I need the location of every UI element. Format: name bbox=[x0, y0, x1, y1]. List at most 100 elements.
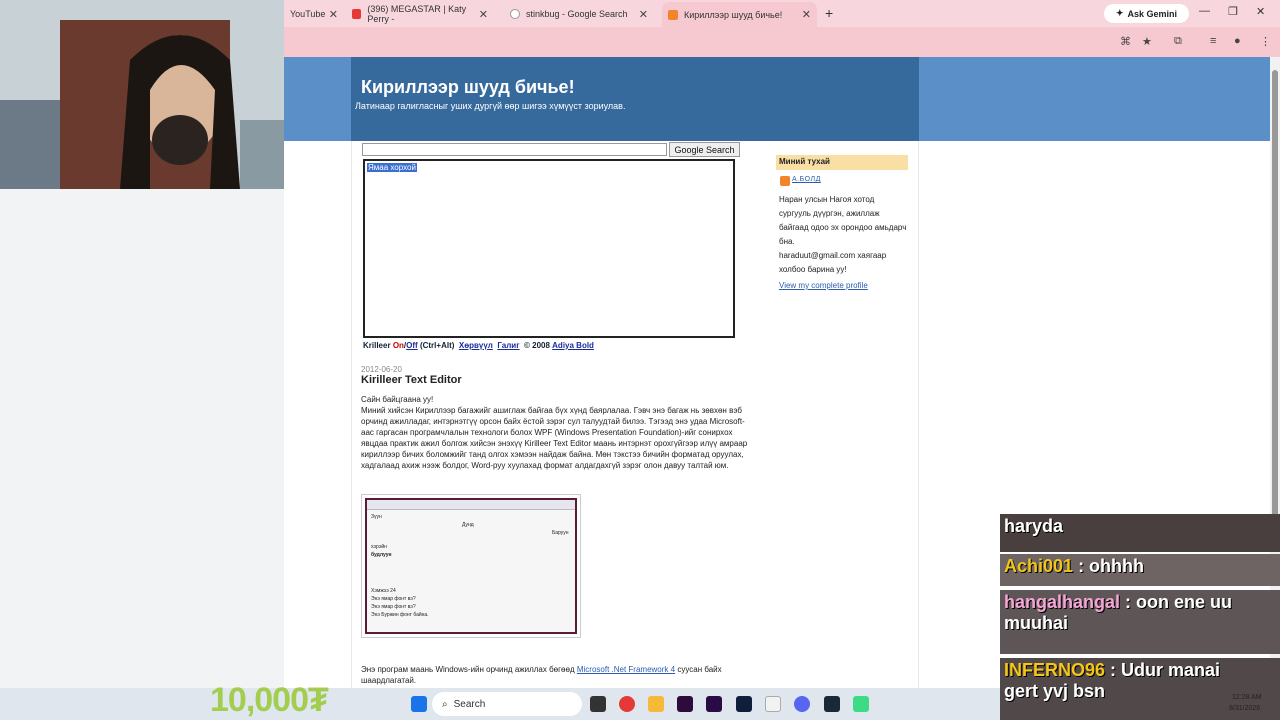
chat-text: : oon ene uu bbox=[1125, 592, 1233, 612]
left-panel bbox=[0, 189, 284, 720]
chat-text: muuhai bbox=[1004, 613, 1069, 633]
tab-label: Кириллээр шууд бичье! bbox=[684, 9, 783, 20]
close-icon[interactable]: ✕ bbox=[802, 8, 811, 21]
ask-gemini-button[interactable]: ✦ Ask Gemini bbox=[1104, 4, 1189, 23]
post-body: Сайн байцгаана уу! Миний хийсэн Кириллээ… bbox=[361, 394, 751, 471]
email-text: haraduut@gmail.com хаягаар холбоо барина… bbox=[779, 251, 887, 274]
stream-chat-overlay: haryda Achi001 : ohhhh hangalhangal : oo… bbox=[1000, 506, 1280, 720]
clock-time[interactable]: 12:28 AM bbox=[1232, 694, 1262, 701]
clock-date[interactable]: 8/31/2026 bbox=[1229, 705, 1260, 712]
chat-message: Achi001 : ohhhh bbox=[1000, 554, 1280, 586]
chrome-icon[interactable] bbox=[619, 696, 635, 712]
view-profile-link[interactable]: View my complete profile bbox=[779, 281, 868, 290]
net-framework-link[interactable]: Microsoft .Net Framework 4 bbox=[577, 665, 675, 674]
close-icon[interactable]: ✕ bbox=[479, 8, 488, 21]
blog-subtitle: Латинаар галигласныг уших дургүй өөр шиг… bbox=[355, 101, 626, 111]
thumb-text: Энэ ямар фонт вэ? bbox=[371, 604, 416, 610]
post-title[interactable]: Kirilleer Text Editor bbox=[361, 374, 462, 386]
toolbar-on[interactable]: On bbox=[393, 341, 404, 350]
profile-icon[interactable]: ● bbox=[1234, 35, 1241, 47]
blogger-profile-icon bbox=[780, 176, 790, 186]
itunes-icon[interactable] bbox=[765, 696, 781, 712]
post-footer: Энэ програм маань Windows-ийн орчинд ажи… bbox=[361, 664, 761, 686]
chat-username: hangalhangal bbox=[1004, 592, 1121, 612]
profile-about: Наран улсын Нагоя хотод сургууль дүүргэн… bbox=[779, 193, 907, 277]
youtube-icon bbox=[352, 9, 362, 19]
window-close-icon[interactable]: ✕ bbox=[1256, 5, 1265, 18]
address-bar[interactable]: ⌘ ★ ⧉ ≡ ● ⋮ bbox=[284, 27, 1280, 57]
kirilleer-editor-textarea[interactable]: Ямаа хорхой bbox=[363, 159, 735, 338]
chat-username: Achi001 bbox=[1004, 556, 1074, 576]
gemini-icon: ✦ bbox=[1115, 8, 1124, 18]
post-greeting: Сайн байцгаана уу! bbox=[361, 395, 434, 404]
tab-label: YouTube bbox=[290, 9, 326, 19]
thumb-text: Хэмжээ 24 bbox=[371, 588, 396, 594]
app-icon[interactable] bbox=[853, 696, 869, 712]
sidebar-about-title: Миний тухай bbox=[776, 155, 908, 170]
toolbar-shortcut: (Ctrl+Alt) bbox=[419, 341, 455, 350]
toolbar-off-link[interactable]: Off bbox=[406, 341, 418, 350]
new-tab-button[interactable]: + bbox=[825, 5, 833, 21]
blogger-icon bbox=[668, 9, 678, 20]
toolbar-name: Krilleer bbox=[363, 341, 391, 350]
tab-label: stinkbug - Google Search bbox=[526, 9, 628, 19]
tab-kirilleer[interactable]: Кириллээр шууд бичье! ✕ bbox=[662, 2, 817, 27]
chat-message: hangalhangal : oon ene uu muuhai bbox=[1000, 590, 1280, 654]
thumb-text: будлуун bbox=[371, 552, 392, 558]
tab-youtube[interactable]: YouTube ✕ bbox=[284, 4, 344, 24]
blog-header: Кириллээр шууд бичье! Латинаар галигласн… bbox=[351, 57, 919, 141]
translate-icon[interactable]: ⌘ bbox=[1120, 35, 1131, 48]
google-search-input[interactable] bbox=[362, 143, 667, 156]
screenshot-toolbar bbox=[367, 500, 575, 510]
webcam-image bbox=[0, 0, 284, 189]
close-icon[interactable]: ✕ bbox=[639, 8, 648, 21]
editor-screenshot-image[interactable]: Зүүн Дунд Баруун хэрэйн будлуун Хэмжээ 2… bbox=[361, 494, 581, 638]
after-effects-icon[interactable] bbox=[706, 696, 722, 712]
tab-google-search[interactable]: stinkbug - Google Search ✕ bbox=[504, 4, 654, 24]
bookmark-star-icon[interactable]: ★ bbox=[1142, 35, 1152, 48]
footer-text: Энэ програм маань Windows-ийн орчинд ажи… bbox=[361, 665, 575, 674]
profile-name-link[interactable]: А.БОЛД bbox=[792, 176, 821, 183]
scrollbar-thumb[interactable] bbox=[1272, 70, 1278, 550]
minimize-icon[interactable]: — bbox=[1199, 5, 1210, 17]
post-paragraph: Миний хийсэн Кириллээр багажийг ашиглаж … bbox=[361, 406, 748, 470]
tab-megastar[interactable]: (396) MEGASTAR | Katy Perry - ✕ bbox=[346, 4, 494, 24]
google-search-button[interactable]: Google Search bbox=[669, 142, 740, 157]
search-icon: ⌕ bbox=[442, 698, 448, 710]
chat-text: : ohhhh bbox=[1078, 556, 1145, 576]
chat-username: INFERNO96 bbox=[1004, 660, 1106, 680]
blog-title[interactable]: Кириллээр шууд бичье! bbox=[361, 77, 575, 98]
donation-overlay: 10,000₮ bbox=[210, 681, 329, 720]
author-link[interactable]: Adiya Bold bbox=[552, 341, 594, 350]
taskbar-search[interactable]: ⌕ Search bbox=[432, 692, 582, 716]
chat-text: haryda bbox=[1004, 516, 1064, 536]
task-view-icon[interactable] bbox=[590, 696, 606, 712]
chat-text: gert yvj bsn bbox=[1004, 681, 1106, 701]
webcam-overlay bbox=[0, 0, 284, 189]
thumb-text: Энэ Буржин фонт байна. bbox=[371, 612, 429, 618]
steam-icon[interactable] bbox=[824, 696, 840, 712]
kirilleer-toolbar: Krilleer On/Off (Ctrl+Alt) Хөрвүүл Галиг… bbox=[363, 341, 594, 350]
thumb-text: Баруун bbox=[552, 530, 569, 536]
copyright-text: © 2008 bbox=[524, 341, 550, 350]
restore-icon[interactable]: ❐ bbox=[1228, 5, 1238, 18]
convert-link[interactable]: Хөрвүүл bbox=[459, 341, 493, 350]
thumb-text: Зүүн bbox=[371, 514, 382, 520]
media-icon[interactable]: ≡ bbox=[1210, 35, 1216, 47]
discord-icon[interactable] bbox=[794, 696, 810, 712]
thumb-text: хэрэйн bbox=[371, 544, 387, 550]
transliterate-link[interactable]: Галиг bbox=[497, 341, 519, 350]
screenshot-frame: Зүүн Дунд Баруун хэрэйн будлуун Хэмжээ 2… bbox=[365, 498, 577, 634]
premiere-icon[interactable] bbox=[677, 696, 693, 712]
tab-bar: YouTube ✕ (396) MEGASTAR | Katy Perry - … bbox=[284, 0, 1280, 27]
file-explorer-icon[interactable] bbox=[648, 696, 664, 712]
extensions-icon[interactable]: ⧉ bbox=[1174, 35, 1182, 48]
editor-selected-text: Ямаа хорхой bbox=[367, 163, 417, 172]
chat-message: haryda bbox=[1000, 514, 1280, 552]
menu-icon[interactable]: ⋮ bbox=[1260, 35, 1271, 48]
photoshop-icon[interactable] bbox=[736, 696, 752, 712]
about-text: Наран улсын Нагоя хотод сургууль дүүргэн… bbox=[779, 195, 907, 246]
start-icon[interactable] bbox=[411, 696, 427, 712]
gemini-label: Ask Gemini bbox=[1127, 8, 1178, 19]
close-icon[interactable]: ✕ bbox=[329, 8, 338, 21]
